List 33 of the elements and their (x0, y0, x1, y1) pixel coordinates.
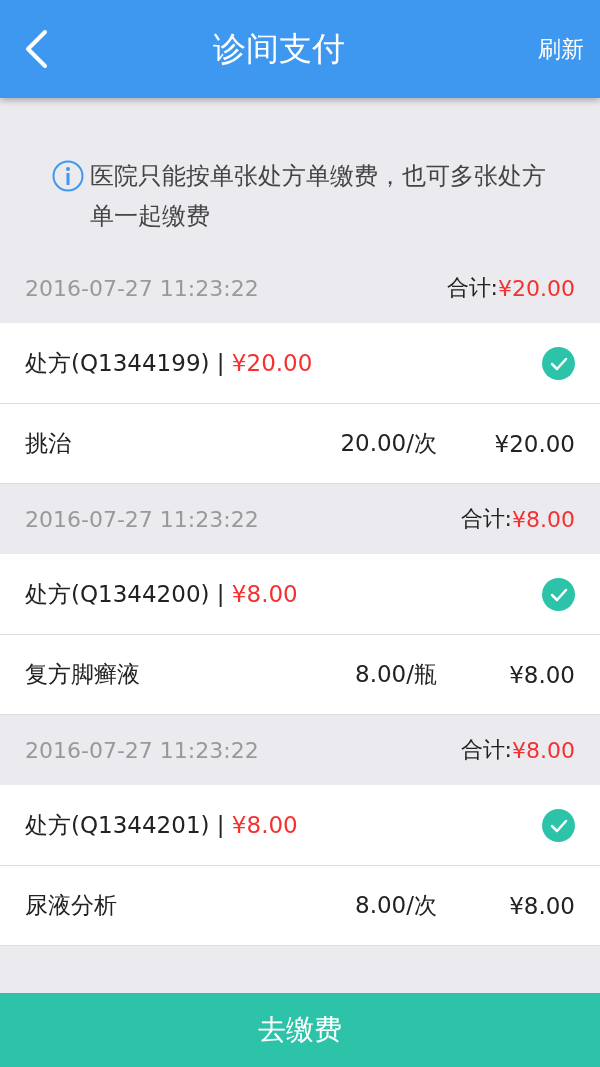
unit-price: 20.00/次 (339, 429, 437, 458)
item-amount: ¥8.00 (508, 661, 575, 688)
prescription-title: 处方(Q1344199) | (25, 348, 225, 378)
unit-price: 8.00/瓶 (354, 660, 437, 689)
prescription-date: 2016-07-27 11:23:22 (25, 737, 260, 763)
pay-button[interactable]: 去缴费 (0, 993, 600, 1067)
prescription-amount: ¥20.00 (231, 350, 313, 376)
info-icon (52, 160, 84, 192)
item-name: 挑治 (25, 429, 72, 458)
prescription-amount: ¥8.00 (231, 812, 298, 838)
prescription-date: 2016-07-27 11:23:22 (25, 275, 260, 301)
total-label: 合计: (460, 505, 512, 533)
item-name: 尿液分析 (25, 891, 118, 920)
total-amount: ¥20.00 (498, 275, 575, 301)
prescription-amount: ¥8.00 (231, 581, 298, 607)
total-amount: ¥8.00 (512, 737, 575, 763)
back-icon[interactable] (24, 29, 48, 69)
total-label: 合计: (446, 274, 498, 302)
checkbox[interactable] (542, 808, 575, 842)
refresh-button[interactable]: 刷新 (534, 33, 588, 65)
prescription-date: 2016-07-27 11:23:22 (25, 506, 260, 532)
total-amount: ¥8.00 (512, 506, 575, 532)
prescription-title: 处方(Q1344200) | (25, 579, 225, 609)
unit-price: 8.00/次 (354, 891, 437, 920)
notice-text: 医院只能按单张处方单缴费，也可多张处方单一起缴费 (90, 161, 547, 232)
page-title: 诊间支付 (212, 27, 346, 70)
item-name: 复方脚癣液 (25, 660, 141, 689)
prescription-title: 处方(Q1344201) | (25, 810, 225, 840)
item-amount: ¥8.00 (508, 892, 575, 919)
checkbox[interactable] (542, 346, 575, 380)
checkbox[interactable] (542, 577, 575, 611)
total-label: 合计: (460, 736, 512, 764)
item-amount: ¥20.00 (493, 430, 575, 457)
